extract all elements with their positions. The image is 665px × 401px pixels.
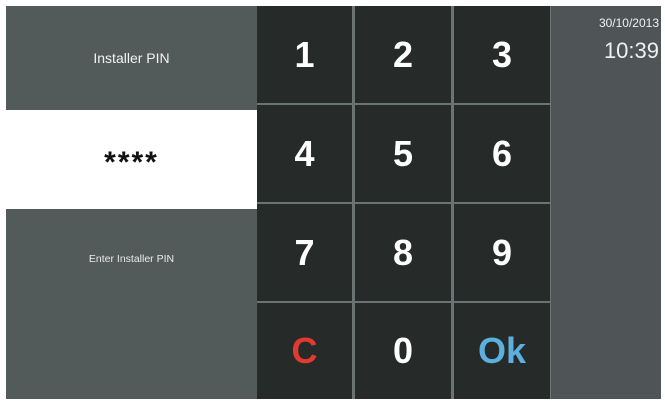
page-title: Installer PIN	[93, 50, 170, 66]
clear-button[interactable]: C	[257, 303, 352, 399]
key-4-button[interactable]: 4	[257, 105, 352, 202]
hint-block: Enter Installer PIN	[6, 209, 257, 399]
key-6-button[interactable]: 6	[454, 105, 550, 202]
key-1-button[interactable]: 1	[257, 6, 352, 103]
key-2-button[interactable]: 2	[355, 6, 451, 103]
key-9-button[interactable]: 9	[454, 204, 550, 301]
right-panel: 30/10/2013 10:39	[551, 6, 661, 399]
key-3-button[interactable]: 3	[454, 6, 550, 103]
hint-text: Enter Installer PIN	[88, 253, 175, 265]
time-display: 10:39	[603, 38, 659, 63]
pin-masked-value: ****	[104, 145, 159, 179]
key-5-button[interactable]: 5	[355, 105, 451, 202]
key-8-button[interactable]: 8	[355, 204, 451, 301]
key-0-button[interactable]: 0	[355, 303, 451, 399]
pin-display-field[interactable]: ****	[6, 110, 257, 209]
title-block: Installer PIN	[6, 6, 257, 110]
ok-button[interactable]: Ok	[454, 303, 550, 399]
left-panel: Installer PIN **** Enter Installer PIN	[6, 6, 257, 399]
key-7-button[interactable]: 7	[257, 204, 352, 301]
numeric-keypad: 1 2 3 4 5 6 7 8 9 C 0 Ok	[257, 6, 551, 399]
date-display: 30/10/2013	[598, 16, 659, 30]
pin-entry-screen: Installer PIN **** Enter Installer PIN 1…	[6, 6, 661, 399]
